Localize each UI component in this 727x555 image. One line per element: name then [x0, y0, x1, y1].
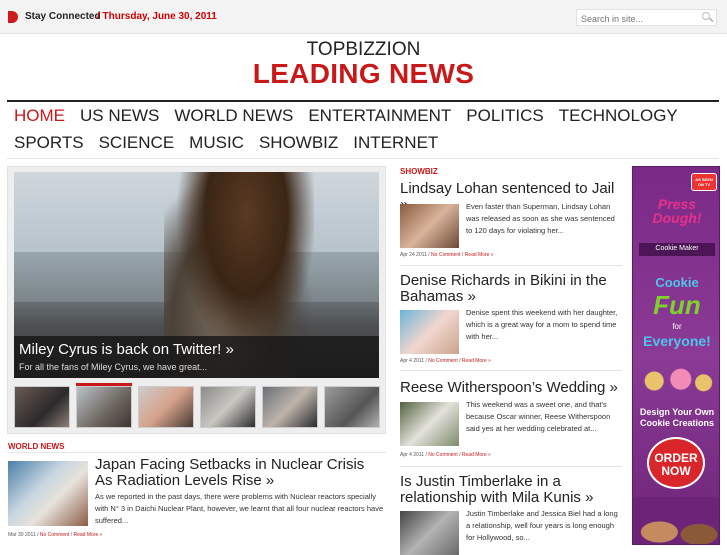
showbiz-meta-2: Apr 4 2011 / No Comment / Read More »	[400, 358, 491, 364]
ad-product: Cookie Maker	[639, 243, 715, 256]
nav-home[interactable]: HOME	[14, 106, 65, 126]
nav-world-news[interactable]: WORLD NEWS	[174, 106, 293, 126]
stay-connected-icon[interactable]	[8, 11, 18, 23]
section-label-showbiz[interactable]: SHOWBIZ	[400, 167, 438, 176]
comments-link[interactable]: No Comment	[428, 452, 457, 458]
showbiz-excerpt-4: Justin Timberlake and Jessica Biel had a…	[466, 509, 618, 542]
site-tagline[interactable]: LEADING NEWS	[0, 58, 727, 90]
comments-link[interactable]: No Comment	[431, 252, 460, 258]
cookie-maker-ad[interactable]: AS SEEN ON TV Press Dough! Cookie Maker …	[632, 166, 720, 545]
showbiz-thumbnail-3[interactable]	[400, 402, 459, 446]
article-date: Apr 4 2011	[400, 452, 425, 458]
slider-thumb[interactable]	[262, 386, 318, 428]
kids-image	[633, 497, 719, 544]
read-more-link[interactable]: Read More »	[462, 452, 491, 458]
article-date: Apr 24 2011	[400, 252, 427, 258]
article-divider	[400, 370, 622, 371]
read-more-link[interactable]: Read More »	[465, 252, 494, 258]
slider-thumbnails	[14, 383, 380, 428]
world-news-meta: Mar 30 2011 / No Comment / Read More »	[8, 532, 103, 538]
slider-thumb-active[interactable]	[76, 383, 132, 428]
world-news-title[interactable]: Japan Facing Setbacks in Nuclear Crisis …	[95, 457, 385, 489]
featured-excerpt: For all the fans of Miley Cyrus, we have…	[19, 362, 208, 372]
showbiz-meta-3: Apr 4 2011 / No Comment / Read More »	[400, 452, 491, 458]
slider-thumb[interactable]	[138, 386, 194, 428]
read-more-link[interactable]: Read More »	[462, 358, 491, 364]
showbiz-thumbnail-4[interactable]	[400, 511, 459, 555]
header-divider	[7, 100, 719, 102]
showbiz-excerpt-2: Denise spent this weekend with her daugh…	[466, 308, 618, 341]
ad-cookie: Cookie	[655, 275, 699, 290]
showbiz-title-4[interactable]: Is Justin Timberlake in a relationship w…	[400, 474, 625, 506]
featured-title[interactable]: Miley Cyrus is back on Twitter! »	[19, 341, 234, 358]
ad-brand: Press Dough!	[652, 196, 702, 226]
main-nav-row-1: HOME US NEWS WORLD NEWS ENTERTAINMENT PO…	[14, 106, 678, 126]
as-seen-on-tv-badge: AS SEEN ON TV	[691, 173, 717, 191]
showbiz-excerpt-1: Even faster than Superman, Lindsay Lohan…	[466, 202, 615, 235]
ad-everyone: Everyone!	[643, 333, 711, 349]
showbiz-title-2[interactable]: Denise Richards in Bikini in the Bahamas…	[400, 273, 625, 305]
ad-fun: Fun	[653, 290, 701, 320]
cookies-image	[639, 363, 715, 399]
nav-us-news[interactable]: US NEWS	[80, 106, 159, 126]
slider-thumb[interactable]	[14, 386, 70, 428]
main-nav-row-2: SPORTS SCIENCE MUSIC SHOWBIZ INTERNET	[14, 133, 438, 153]
showbiz-excerpt-3: This weekend was a sweet one, and that's…	[466, 400, 611, 433]
nav-music[interactable]: MUSIC	[189, 133, 244, 153]
nav-entertainment[interactable]: ENTERTAINMENT	[308, 106, 451, 126]
ad-for: for	[672, 322, 682, 331]
top-bar: Stay Connected / Thursday, June 30, 2011	[0, 0, 727, 34]
nav-sports[interactable]: SPORTS	[14, 133, 84, 153]
world-news-thumbnail[interactable]	[8, 461, 88, 526]
ad-design-text: Design Your Own Cookie Creations	[639, 407, 715, 428]
showbiz-meta-1: Apr 24 2011 / No Comment / Read More »	[400, 252, 494, 258]
search-icon[interactable]	[702, 12, 710, 20]
article-date: Mar 30 2011	[8, 532, 36, 538]
slider-thumb[interactable]	[324, 386, 380, 428]
article-divider	[400, 466, 622, 467]
section-label-world-news[interactable]: WORLD NEWS	[8, 442, 64, 451]
read-more-link[interactable]: Read More »	[74, 532, 103, 538]
section-divider	[7, 452, 386, 453]
nav-science[interactable]: SCIENCE	[99, 133, 175, 153]
stay-connected-link[interactable]: Stay Connected	[25, 11, 101, 22]
order-now-button[interactable]: ORDER NOW	[647, 437, 705, 489]
nav-internet[interactable]: INTERNET	[353, 133, 438, 153]
article-divider	[400, 265, 622, 266]
article-date: Apr 4 2011	[400, 358, 425, 364]
current-date: / Thursday, June 30, 2011	[97, 11, 217, 22]
nav-divider	[7, 158, 719, 159]
showbiz-thumbnail-2[interactable]	[400, 310, 459, 354]
slider-thumb[interactable]	[200, 386, 256, 428]
search-input[interactable]	[576, 9, 717, 26]
showbiz-thumbnail-1[interactable]	[400, 204, 459, 248]
nav-showbiz[interactable]: SHOWBIZ	[259, 133, 338, 153]
comments-link[interactable]: No Comment	[40, 532, 69, 538]
world-news-excerpt: As we reported in the past days, there w…	[95, 492, 384, 525]
nav-politics[interactable]: POLITICS	[466, 106, 543, 126]
comments-link[interactable]: No Comment	[428, 358, 457, 364]
showbiz-title-3[interactable]: Reese Witherspoon’s Wedding »	[400, 380, 625, 396]
nav-technology[interactable]: TECHNOLOGY	[559, 106, 678, 126]
